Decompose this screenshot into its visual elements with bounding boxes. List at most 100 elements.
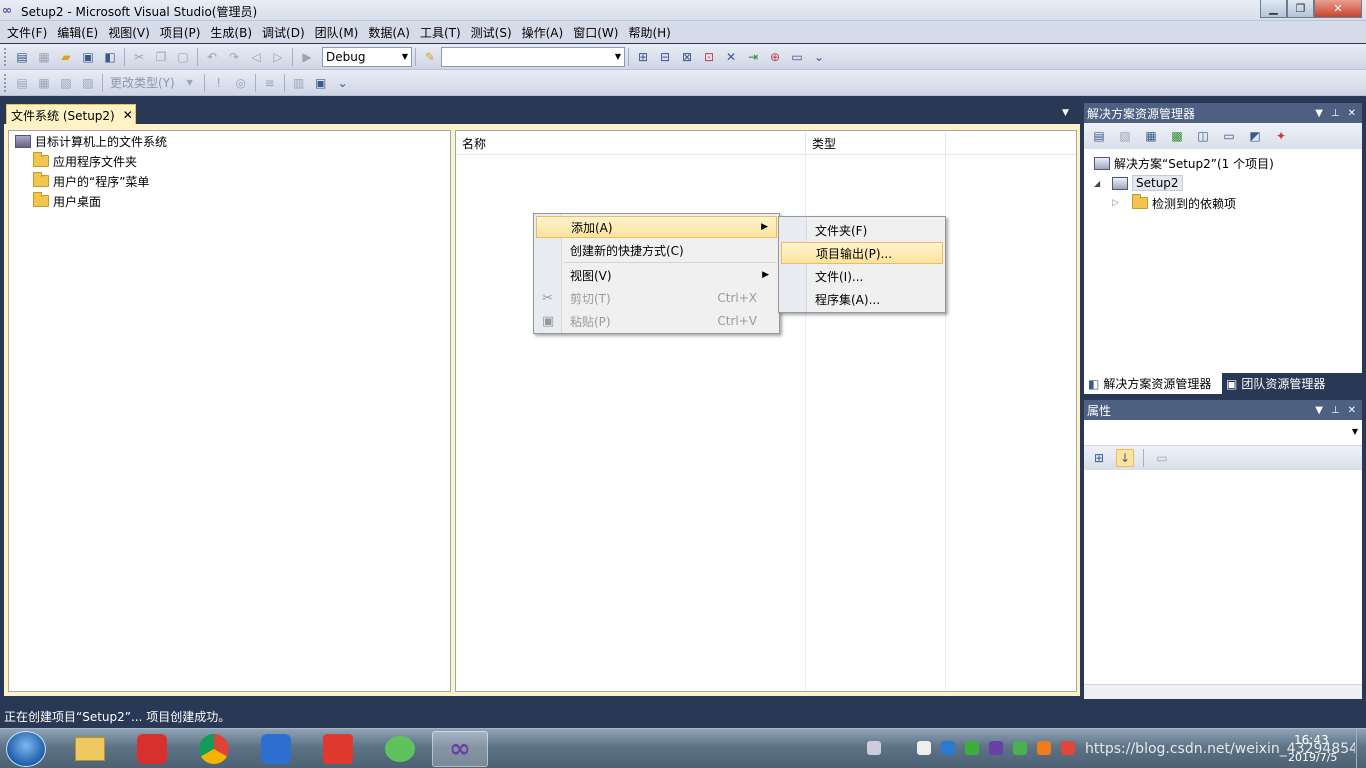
tray-app-icon[interactable] — [917, 741, 931, 755]
start-button[interactable] — [6, 731, 46, 767]
tree-item-application-folder[interactable]: 应用程序文件夹 — [9, 151, 450, 171]
menu-build[interactable]: 生成(B) — [205, 24, 257, 41]
start-page-icon[interactable]: ⇥ — [744, 48, 762, 66]
panel-menu-icon[interactable]: ▼ — [1315, 405, 1323, 416]
user-interface-editor-icon[interactable]: ▭ — [1220, 127, 1238, 145]
object-browser-icon[interactable]: ⊠ — [678, 48, 696, 66]
redo-icon[interactable]: ↷ — [225, 48, 243, 66]
custom-actions-editor-icon[interactable]: ◩ — [1246, 127, 1264, 145]
menu-team[interactable]: 团队(M) — [310, 24, 364, 41]
show-desktop-button[interactable] — [1356, 729, 1366, 768]
properties-icon[interactable]: ▤ — [1090, 127, 1108, 145]
solution-explorer-icon[interactable]: ⊞ — [634, 48, 652, 66]
toolbar-options-icon[interactable]: ⌄ — [810, 48, 828, 66]
close-icon[interactable]: ✕ — [1348, 108, 1356, 119]
context-item-add[interactable]: 添加(A) ▶ — [536, 216, 777, 238]
show-all-files-icon[interactable]: ▧ — [1116, 127, 1134, 145]
expand-arrow-icon[interactable]: ▷ — [1112, 198, 1132, 208]
config-dropdown[interactable]: Debug ▼ — [322, 46, 412, 67]
clock-date[interactable]: 2019/7/5 — [1288, 751, 1337, 764]
toolbox-icon[interactable]: ⊡ — [700, 48, 718, 66]
close-icon[interactable]: ✕ — [1348, 405, 1356, 416]
pin-icon[interactable]: ⊥ — [1331, 108, 1340, 119]
tree-item-programs-menu[interactable]: 用户的“程序”菜单 — [9, 171, 450, 191]
security-icon[interactable] — [1013, 741, 1027, 755]
context-item-paste[interactable]: ▣ 粘贴(P) Ctrl+V — [536, 310, 777, 332]
toolbar-options-icon[interactable]: ⌄ — [334, 74, 352, 92]
property-pages-icon[interactable]: ▭ — [1153, 449, 1171, 467]
menu-action[interactable]: 操作(A) — [517, 24, 569, 41]
menu-debug[interactable]: 调试(D) — [257, 24, 310, 41]
save-icon[interactable]: ▣ — [79, 48, 97, 66]
taskbar-explorer[interactable] — [62, 731, 118, 767]
tab-list-dropdown-icon[interactable]: ▼ — [1062, 108, 1074, 120]
taskbar-chrome[interactable] — [186, 731, 242, 767]
context-item-create-shortcut[interactable]: 创建新的快捷方式(C) — [536, 239, 777, 261]
sql-query-icon[interactable]: ◎ — [232, 74, 250, 92]
menu-file[interactable]: 文件(F) — [2, 24, 52, 41]
submenu-item-assembly[interactable]: 程序集(A)... — [781, 288, 943, 310]
tools-icon[interactable]: ✕ — [722, 48, 740, 66]
tab-file-system[interactable]: 文件系统 (Setup2) ✕ — [6, 104, 136, 125]
custom-actions-icon[interactable]: ▨ — [79, 74, 97, 92]
column-header-type[interactable]: 类型 — [806, 131, 946, 154]
indent-icon[interactable]: ≡ — [261, 74, 279, 92]
keyboard-icon[interactable] — [867, 741, 881, 755]
solution-node[interactable]: 解决方案“Setup2”(1 个项目) — [1084, 153, 1362, 173]
context-item-view[interactable]: 视图(V) ▶ — [536, 264, 777, 286]
categorized-icon[interactable]: ⊞ — [1090, 449, 1108, 467]
menu-view[interactable]: 视图(V) — [103, 24, 155, 41]
menu-test[interactable]: 测试(S) — [466, 24, 517, 41]
column-header-name[interactable]: 名称 — [456, 131, 806, 154]
menu-tools[interactable]: 工具(T) — [415, 24, 466, 41]
submenu-item-folder[interactable]: 文件夹(F) — [781, 219, 943, 241]
paste-icon[interactable]: ▢ — [174, 48, 192, 66]
tray-app-icon[interactable] — [989, 741, 1003, 755]
save-all-icon[interactable]: ◧ — [101, 48, 119, 66]
extension-icon[interactable]: ⊕ — [766, 48, 784, 66]
submenu-item-project-output[interactable]: 项目输出(P)... — [781, 242, 943, 264]
taskbar-wps[interactable] — [248, 731, 304, 767]
menu-help[interactable]: 帮助(H) — [623, 24, 675, 41]
tray-app-icon[interactable] — [965, 741, 979, 755]
tab-solution-explorer[interactable]: ◧ 解决方案资源管理器 — [1084, 373, 1222, 394]
navigate-back-icon[interactable]: ◁ — [247, 48, 265, 66]
menu-data[interactable]: 数据(A) — [363, 24, 415, 41]
dependencies-node[interactable]: ▷ 检测到的依赖项 — [1084, 193, 1362, 213]
tray-app-icon[interactable] — [1061, 741, 1075, 755]
find-in-files-icon[interactable]: ✎ — [421, 48, 439, 66]
properties-icon[interactable]: ⊟ — [656, 48, 674, 66]
clock-time[interactable]: 16:43 — [1294, 733, 1329, 747]
navigate-forward-icon[interactable]: ▷ — [269, 48, 287, 66]
view-icon[interactable]: ▥ — [290, 74, 308, 92]
cut-icon[interactable]: ✂ — [130, 48, 148, 66]
context-item-cut[interactable]: ✂ 剪切(T) Ctrl+X — [536, 287, 777, 309]
start-debug-icon[interactable]: ▶ — [298, 48, 316, 66]
add-item-icon[interactable]: ▦ — [35, 48, 53, 66]
file-system-editor-icon[interactable]: ▤ — [13, 74, 31, 92]
panel-menu-icon[interactable]: ▼ — [1315, 108, 1323, 119]
object-selector[interactable]: ▼ — [1084, 420, 1362, 446]
close-button[interactable]: ✕ — [1314, 0, 1362, 18]
tray-app-icon[interactable] — [1037, 741, 1051, 755]
sql-icon[interactable]: ▧ — [57, 74, 75, 92]
launch-condition-icon[interactable]: ! — [210, 74, 228, 92]
new-project-icon[interactable]: ▤ — [13, 48, 31, 66]
registry-editor-icon[interactable]: ▩ — [1168, 127, 1186, 145]
collapse-arrow-icon[interactable]: ◢ — [1094, 179, 1112, 188]
undo-icon[interactable]: ↶ — [203, 48, 221, 66]
menu-window[interactable]: 窗口(W) — [568, 24, 623, 41]
file-system-editor-icon[interactable]: ▦ — [1142, 127, 1160, 145]
launch-conditions-editor-icon[interactable]: ✦ — [1272, 127, 1290, 145]
tray-app-icon[interactable] — [941, 741, 955, 755]
toolbar-grip[interactable] — [4, 47, 7, 66]
pin-icon[interactable]: ⊥ — [1331, 405, 1340, 416]
open-file-icon[interactable]: ▰ — [57, 48, 75, 66]
submenu-item-file[interactable]: 文件(I)... — [781, 265, 943, 287]
close-icon[interactable]: ✕ — [123, 108, 133, 122]
taskbar-wechat[interactable] — [372, 731, 428, 767]
tree-root[interactable]: 目标计算机上的文件系统 — [9, 131, 450, 151]
menu-project[interactable]: 项目(P) — [155, 24, 206, 41]
taskbar-youdao[interactable] — [310, 731, 366, 767]
tab-team-explorer[interactable]: ▣ 团队资源管理器 — [1222, 373, 1329, 394]
